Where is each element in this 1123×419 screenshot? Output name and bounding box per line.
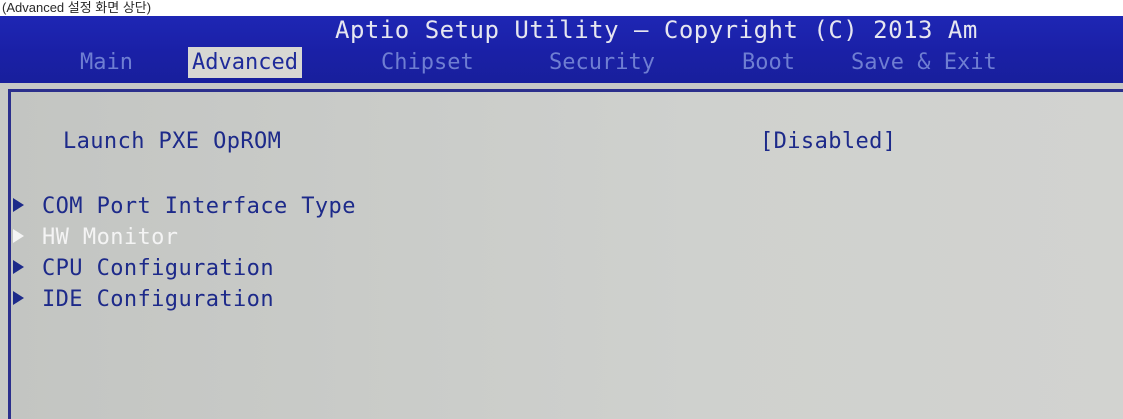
- submenu-label: CPU Configuration: [42, 256, 274, 281]
- triangle-right-icon: [13, 229, 24, 243]
- tab-security[interactable]: Security: [545, 47, 659, 78]
- submenu-cpu-configuration[interactable]: CPU Configuration: [13, 254, 274, 284]
- triangle-right-icon: [13, 291, 24, 305]
- submenu-label: COM Port Interface Type: [42, 194, 356, 219]
- triangle-right-icon: [13, 198, 24, 212]
- header-bar: Aptio Setup Utility – Copyright (C) 2013…: [0, 16, 1123, 83]
- submenu-ide-configuration[interactable]: IDE Configuration: [13, 285, 274, 315]
- submenu-hw-monitor[interactable]: HW Monitor: [13, 223, 178, 253]
- settings-panel: Launch PXE OpROM [Disabled] COM Port Int…: [8, 89, 1123, 419]
- triangle-right-icon: [13, 260, 24, 274]
- tab-chipset[interactable]: Chipset: [377, 47, 478, 78]
- launch-pxe-oprom-label[interactable]: Launch PXE OpROM: [63, 127, 281, 157]
- tab-save-exit[interactable]: Save & Exit: [847, 47, 1001, 78]
- tab-advanced[interactable]: Advanced: [188, 47, 302, 78]
- launch-pxe-oprom-value[interactable]: [Disabled]: [760, 127, 896, 157]
- submenu-com-port-interface-type[interactable]: COM Port Interface Type: [13, 192, 356, 222]
- bios-screen: Aptio Setup Utility – Copyright (C) 2013…: [0, 16, 1123, 419]
- setup-title: Aptio Setup Utility – Copyright (C) 2013…: [335, 16, 978, 44]
- submenu-label: IDE Configuration: [42, 287, 274, 312]
- tab-boot[interactable]: Boot: [738, 47, 799, 78]
- tab-main[interactable]: Main: [76, 47, 137, 78]
- submenu-label: HW Monitor: [42, 225, 179, 250]
